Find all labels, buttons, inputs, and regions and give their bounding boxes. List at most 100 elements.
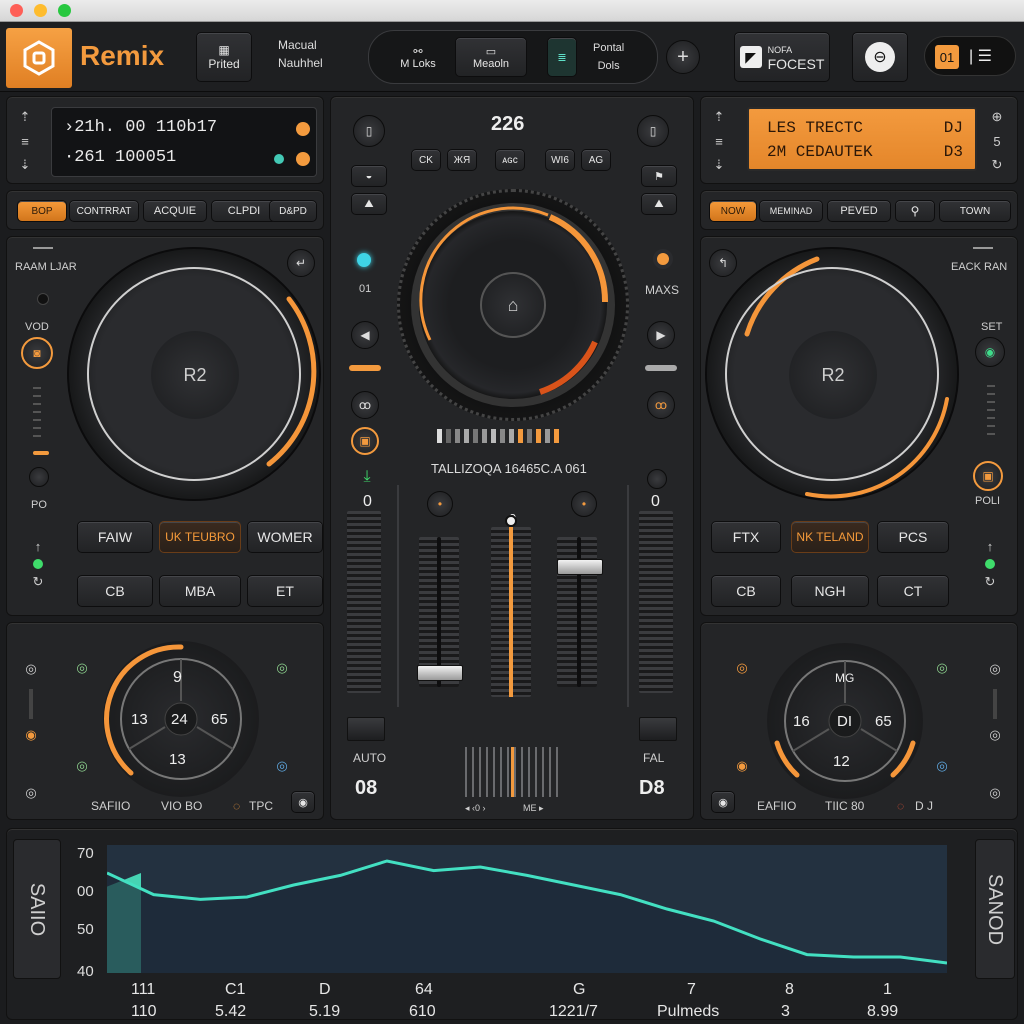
left-knob-panel: ◎ ◉ ◎ ◎ ◎ ◎ ◎ 9 13 24 65 13 SAFIIO VIO B… — [6, 622, 324, 820]
center-toolbar: ⚯ M Loks ▭ Meaoln ≣ Pontal Dols — [368, 30, 658, 84]
tab-contrrat[interactable]: CONTRRAT — [69, 200, 139, 222]
tab-now[interactable]: NOW — [709, 200, 757, 222]
pad-ftx[interactable]: FTX — [711, 521, 781, 553]
mixer-left-speaker-button[interactable]: ◀ — [351, 321, 379, 349]
mixer-left-top-button[interactable]: ▯ — [353, 115, 385, 147]
pad-faiw[interactable]: FAIW — [77, 521, 153, 553]
mixer-left-fx-button[interactable]: ꚙ — [351, 391, 379, 419]
left-knob[interactable]: 9 13 24 65 13 — [103, 641, 259, 797]
up-arrow-icon[interactable]: ⇡ — [709, 107, 729, 127]
list-icon[interactable]: ≡ — [15, 131, 35, 151]
waveform-side-left[interactable]: SAIIO — [13, 839, 61, 979]
tab-acquie[interactable]: ACQUIE — [143, 200, 207, 222]
right-knob[interactable]: MG 16 DI 65 12 — [767, 643, 923, 799]
monitor-icon: ▭ — [485, 45, 497, 58]
forest-button[interactable]: ◤ NOFA FOCEST — [734, 32, 830, 82]
minimize-window-button[interactable] — [34, 4, 47, 17]
mixer-left-eye-button[interactable]: ◒ — [351, 165, 387, 187]
list-icon[interactable]: ≡ — [709, 131, 729, 151]
pad-womer[interactable]: WOMER — [247, 521, 323, 553]
mixer-btn-wi6[interactable]: WI6 — [545, 149, 575, 171]
maximize-window-button[interactable] — [58, 4, 71, 17]
mixer-right-fx-button[interactable]: ꚙ — [647, 391, 675, 419]
mixer-left-cue-button[interactable]: ▣ — [351, 427, 379, 455]
pad-ngh[interactable]: NGH — [791, 575, 869, 607]
fx-dial-icon-3[interactable]: ◎ — [985, 783, 1005, 803]
mixer-right-eye-button[interactable]: ⚑ — [641, 165, 677, 187]
loop-icon[interactable]: ↻ — [29, 573, 47, 591]
links-button[interactable]: ⚯ M Loks — [383, 37, 453, 77]
mixer-right-speaker-button[interactable]: ▶ — [647, 321, 675, 349]
tab-peved[interactable]: PEVED — [827, 200, 891, 222]
add-button[interactable]: + — [666, 40, 700, 74]
vod-button[interactable]: ◙ — [21, 337, 53, 369]
level-button[interactable]: ≣ — [547, 37, 577, 77]
mixer-right-top-button[interactable]: ▯ — [637, 115, 669, 147]
pad-ct[interactable]: CT — [877, 575, 949, 607]
download-icon[interactable]: ⤓ — [355, 465, 379, 489]
tab-meminad[interactable]: MEMINAD — [759, 200, 823, 222]
left-aux-fader[interactable] — [347, 717, 385, 741]
waveform-side-right[interactable]: SANOD — [975, 839, 1015, 979]
up-arrow-icon[interactable]: ⇡ — [15, 107, 35, 127]
left-jog-wheel[interactable]: R2 — [67, 247, 321, 501]
fx-dial-icon-3[interactable]: ◎ — [21, 783, 41, 803]
crossfader-position[interactable] — [511, 747, 514, 797]
ch2-small-knob[interactable]: • — [571, 491, 597, 517]
loop-icon[interactable]: ↻ — [981, 573, 999, 591]
right-aux-fader[interactable] — [639, 717, 677, 741]
pad-cb[interactable]: CB — [77, 575, 153, 607]
pad-uk-teubro[interactable]: UK TEUBRO — [159, 521, 241, 553]
down-arrow-icon[interactable]: ⇣ — [15, 155, 35, 175]
settings-mini-button[interactable]: ◉ — [711, 791, 735, 813]
mixer-left-trim-button[interactable]: ⛰ — [351, 193, 387, 215]
tab-search[interactable]: ⚲ — [895, 200, 935, 222]
pad-pcs[interactable]: PCS — [877, 521, 949, 553]
platter-display[interactable]: ⌂ — [397, 189, 629, 421]
count-icon[interactable]: 5 — [987, 131, 1007, 151]
mixer-right-trim-button[interactable]: ⛰ — [641, 193, 677, 215]
left-small-knob[interactable] — [29, 467, 49, 487]
add-cue-icon[interactable]: ⊕ — [987, 107, 1007, 127]
pad-et[interactable]: ET — [247, 575, 323, 607]
settings-mini-button[interactable]: ◉ — [291, 791, 315, 813]
tab-town[interactable]: TOWN — [939, 200, 1011, 222]
ch2-fader[interactable] — [557, 559, 603, 575]
deck-badge[interactable]: 01 | ☰ — [924, 36, 1016, 76]
fx-dial-icon-2[interactable]: ◉ — [21, 725, 41, 745]
close-window-button[interactable] — [10, 4, 23, 17]
pad-mba[interactable]: MBA — [159, 575, 241, 607]
pitch-slider-left[interactable] — [33, 387, 41, 443]
up-icon[interactable]: ↑ — [981, 537, 999, 555]
left-deck-panel: RAAM LJAR ↵ VOD ◙ PO ↑ ↻ R2 FAIW UK TEUB… — [6, 236, 324, 616]
mixer-right-small-knob[interactable] — [647, 469, 667, 489]
tab-dpd[interactable]: D&PD — [269, 200, 317, 222]
mixer-btn-2[interactable]: ЖЯ — [447, 149, 477, 171]
printed-button[interactable]: ▦ Prited — [196, 32, 252, 82]
tab-clpdi[interactable]: CLPDI — [211, 200, 277, 222]
fx-dial-icon-1[interactable]: ◎ — [985, 659, 1005, 679]
ch1-fader[interactable] — [417, 665, 463, 681]
pad-cb-right[interactable]: CB — [711, 575, 781, 607]
poli-button[interactable]: ▣ — [973, 461, 1003, 491]
fx-dial-icon-2[interactable]: ◎ — [985, 725, 1005, 745]
pitch-slider-right[interactable] — [987, 385, 995, 441]
mixer-btn-ag[interactable]: AG — [581, 149, 611, 171]
fx-dial-icon-1[interactable]: ◎ — [21, 659, 41, 679]
center-fader-cap[interactable] — [505, 515, 517, 527]
sync-button[interactable]: ⊖ — [852, 32, 908, 82]
tab-bop[interactable]: BOP — [17, 200, 67, 222]
up-icon[interactable]: ↑ — [29, 537, 47, 555]
set-button[interactable]: ◉ — [975, 337, 1005, 367]
refresh-icon[interactable]: ↻ — [987, 155, 1007, 175]
monitor-button[interactable]: ▭ Meaoln — [455, 37, 527, 77]
down-arrow-icon[interactable]: ⇣ — [709, 155, 729, 175]
manual-menu[interactable]: Macual Nauhhel — [278, 36, 323, 72]
waveform-chart[interactable] — [107, 845, 947, 973]
ch1-small-knob[interactable]: • — [427, 491, 453, 517]
pad-nk-teland[interactable]: NK TELAND — [791, 521, 869, 553]
mixer-btn-ck[interactable]: CK — [411, 149, 441, 171]
mixer-btn-agc[interactable]: ᴀɢᴄ — [495, 149, 525, 171]
portal-button[interactable]: Pontal Dols — [593, 39, 624, 75]
right-jog-wheel[interactable]: R2 — [705, 247, 959, 501]
